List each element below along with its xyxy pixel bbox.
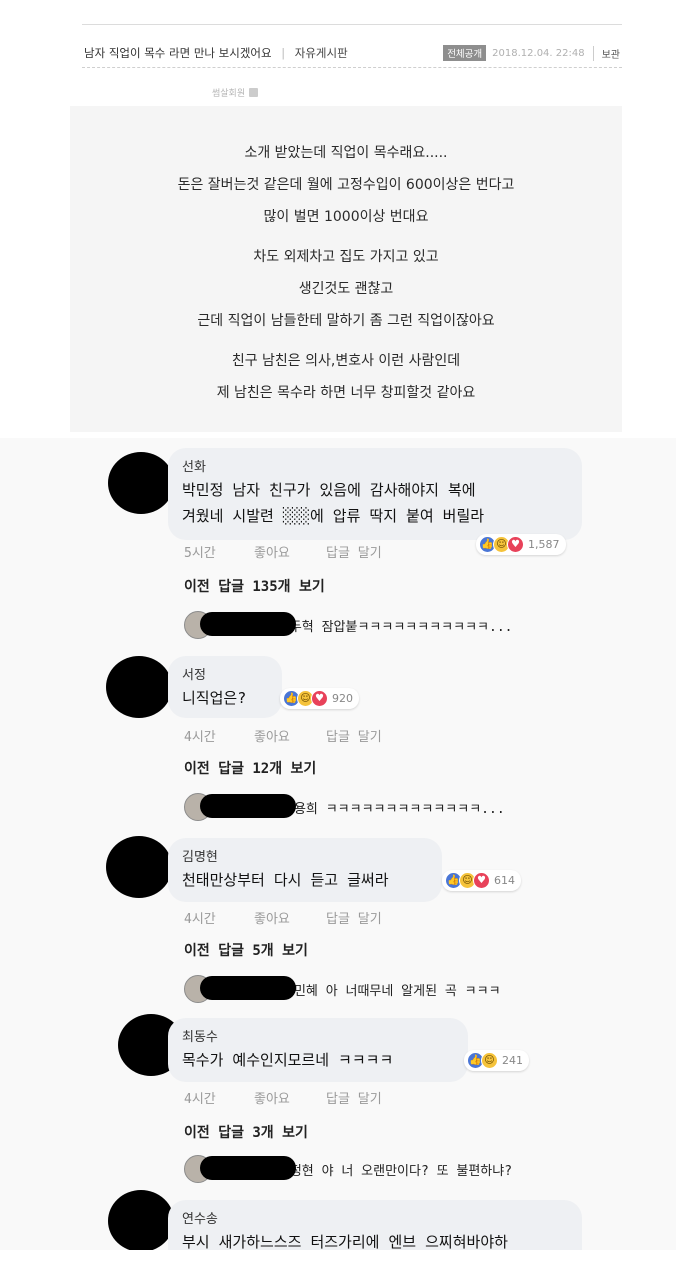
comment-bubble: 김명현 천태만상부터 다시 듣고 글써라 (168, 838, 442, 902)
comment-bubble: 선화 박민정 남자 친구가 있음에 감사해야지 복에 겨웠네 시발련 ░░░에 … (168, 448, 582, 540)
commenter-name[interactable]: 김명현 (182, 846, 428, 865)
comment-bubble: 연수송 부시 새가하느스즈 터즈가리에 엔브 으찌혀바야하 (168, 1200, 582, 1250)
comment-actions: 4시간 좋아요 답글 달기 (184, 1088, 382, 1107)
reply-text: 김용희 ㅋㅋㅋㅋㅋㅋㅋㅋㅋㅋㅋㅋㅋ... (282, 801, 505, 817)
comment-bubble: 최동수 목수가 예수인지모르네 ㅋㅋㅋㅋ (168, 1018, 468, 1082)
post-title-row: 남자 직업이 목수 라면 만나 보시겠어요 | 자유게시판 (84, 45, 348, 61)
comment-text: 겨웠네 시발련 ░░░에 압류 딱지 붙여 버릴라 (182, 507, 485, 525)
redaction-mark (200, 976, 296, 1000)
like-button[interactable]: 좋아요 (254, 908, 326, 927)
reply-button[interactable]: 답글 달기 (326, 908, 382, 927)
avatar[interactable] (108, 1190, 174, 1250)
comment-text: 천태만상부터 다시 듣고 글써라 (182, 871, 389, 889)
view-replies-link[interactable]: 이전 답글 12개 보기 (184, 758, 316, 778)
reply-row: 1두혁 잠압붙ㅋㅋㅋㅋㅋㅋㅋㅋㅋㅋㅋ... (184, 610, 513, 640)
reaction-count: 614 (494, 874, 515, 887)
member-level-icon (249, 88, 259, 97)
reply-button[interactable]: 답글 달기 (326, 542, 382, 561)
post-date: 2018.12.04. 22:48 (492, 47, 585, 59)
love-reaction-icon: ♥ (311, 690, 328, 707)
reply-row: 1정현 야 너 오랜만이다? 또 불편하냐? (184, 1154, 512, 1184)
comment-actions: 5시간 좋아요 답글 달기 (184, 542, 382, 561)
post-title[interactable]: 남자 직업이 목수 라면 만나 보시겠어요 (84, 46, 272, 60)
comment-time[interactable]: 4시간 (184, 726, 254, 745)
comment-actions: 4시간 좋아요 답글 달기 (184, 726, 382, 745)
avatar[interactable] (108, 452, 174, 514)
archive-link[interactable]: 보관 (592, 45, 620, 61)
haha-reaction-icon: ☺ (481, 1052, 498, 1069)
body-line: 돈은 잘버는것 같은데 월에 고정수입이 600이상은 번다고 (177, 177, 515, 193)
body-line: 많이 벌면 1000이상 번대요 (263, 209, 429, 225)
commenter-name[interactable]: 연수송 (182, 1208, 568, 1227)
body-line: 제 남친은 목수라 하면 너무 창피할것 같아요 (216, 385, 476, 401)
comment-bubble: 서정 니직업은? (168, 656, 282, 718)
comment-text: 박민정 남자 친구가 있음에 감사해야지 복에 (182, 481, 476, 499)
body-line: 생긴것도 괜찮고 (298, 281, 394, 297)
body-line: 소개 받았는데 직업이 목수래요..... (244, 145, 448, 161)
love-reaction-icon: ♥ (507, 536, 524, 553)
reply-text: 1두혁 잠압붙ㅋㅋㅋㅋㅋㅋㅋㅋㅋㅋㅋ... (282, 619, 513, 635)
avatar[interactable] (106, 836, 172, 898)
like-button[interactable]: 좋아요 (254, 1088, 326, 1107)
reaction-count: 241 (502, 1054, 523, 1067)
author-name[interactable]: 썸살회원 (212, 86, 245, 99)
reply-button[interactable]: 답글 달기 (326, 726, 382, 745)
comment-screenshot: 선화 박민정 남자 친구가 있음에 감사해야지 복에 겨웠네 시발련 ░░░에 … (0, 438, 676, 1250)
reaction-count: 1,587 (528, 538, 560, 551)
commenter-name[interactable]: 최동수 (182, 1026, 454, 1045)
redaction-mark (200, 612, 296, 636)
like-button[interactable]: 좋아요 (254, 542, 326, 561)
comment-time[interactable]: 5시간 (184, 542, 254, 561)
redaction-mark (200, 794, 296, 818)
post-meta: 전체공개 2018.12.04. 22:48 보관 (443, 45, 620, 61)
body-line: 차도 외제차고 집도 가지고 있고 (253, 249, 439, 265)
title-separator: | (281, 46, 286, 60)
comment-actions: 4시간 좋아요 답글 달기 (184, 908, 382, 927)
body-line: 친구 남친은 의사,변호사 이런 사람인데 (231, 353, 461, 369)
public-badge: 전체공개 (443, 45, 487, 61)
like-button[interactable]: 좋아요 (254, 726, 326, 745)
post-header: 남자 직업이 목수 라면 만나 보시겠어요 | 자유게시판 전체공개 2018.… (82, 24, 622, 68)
reply-text: 하민혜 아 너때무네 알게된 곡 ㅋㅋㅋ (282, 983, 501, 999)
header-divider (82, 67, 622, 68)
reaction-summary[interactable]: 👍 ☺ ♥ 1,587 (476, 534, 566, 555)
view-replies-link[interactable]: 이전 답글 5개 보기 (184, 940, 308, 960)
comment-text: 목수가 예수인지모르네 ㅋㅋㅋㅋ (182, 1051, 394, 1069)
comment-text: 니직업은? (182, 689, 247, 707)
commenter-name[interactable]: 서정 (182, 664, 268, 683)
avatar[interactable] (106, 656, 172, 718)
comment-time[interactable]: 4시간 (184, 1088, 254, 1107)
reply-row: 김용희 ㅋㅋㅋㅋㅋㅋㅋㅋㅋㅋㅋㅋㅋ... (184, 792, 505, 822)
reaction-summary[interactable]: 👍 ☺ ♥ 920 (280, 688, 359, 709)
love-reaction-icon: ♥ (473, 872, 490, 889)
reply-button[interactable]: 답글 달기 (326, 1088, 382, 1107)
comment-time[interactable]: 4시간 (184, 908, 254, 927)
reaction-summary[interactable]: 👍 ☺ 241 (464, 1050, 529, 1071)
board-name-link[interactable]: 자유게시판 (295, 46, 348, 60)
reaction-count: 920 (332, 692, 353, 705)
view-replies-link[interactable]: 이전 답글 135개 보기 (184, 576, 325, 596)
body-line: 근데 직업이 남들한테 말하기 좀 그런 직업이잖아요 (197, 313, 495, 329)
reply-text: 1정현 야 너 오랜만이다? 또 불편하냐? (282, 1163, 513, 1179)
reaction-summary[interactable]: 👍 ☺ ♥ 614 (442, 870, 521, 891)
redaction-mark (200, 1156, 296, 1180)
commenter-name[interactable]: 선화 (182, 456, 568, 475)
author-row: 썸살회원 (212, 86, 259, 99)
reply-row: 하민혜 아 너때무네 알게된 곡 ㅋㅋㅋ (184, 974, 501, 1004)
view-replies-link[interactable]: 이전 답글 3개 보기 (184, 1122, 308, 1142)
post-body: 소개 받았는데 직업이 목수래요..... 돈은 잘버는것 같은데 월에 고정수… (70, 106, 622, 432)
comment-text: 부시 새가하느스즈 터즈가리에 엔브 으찌혀바야하 (182, 1233, 508, 1250)
